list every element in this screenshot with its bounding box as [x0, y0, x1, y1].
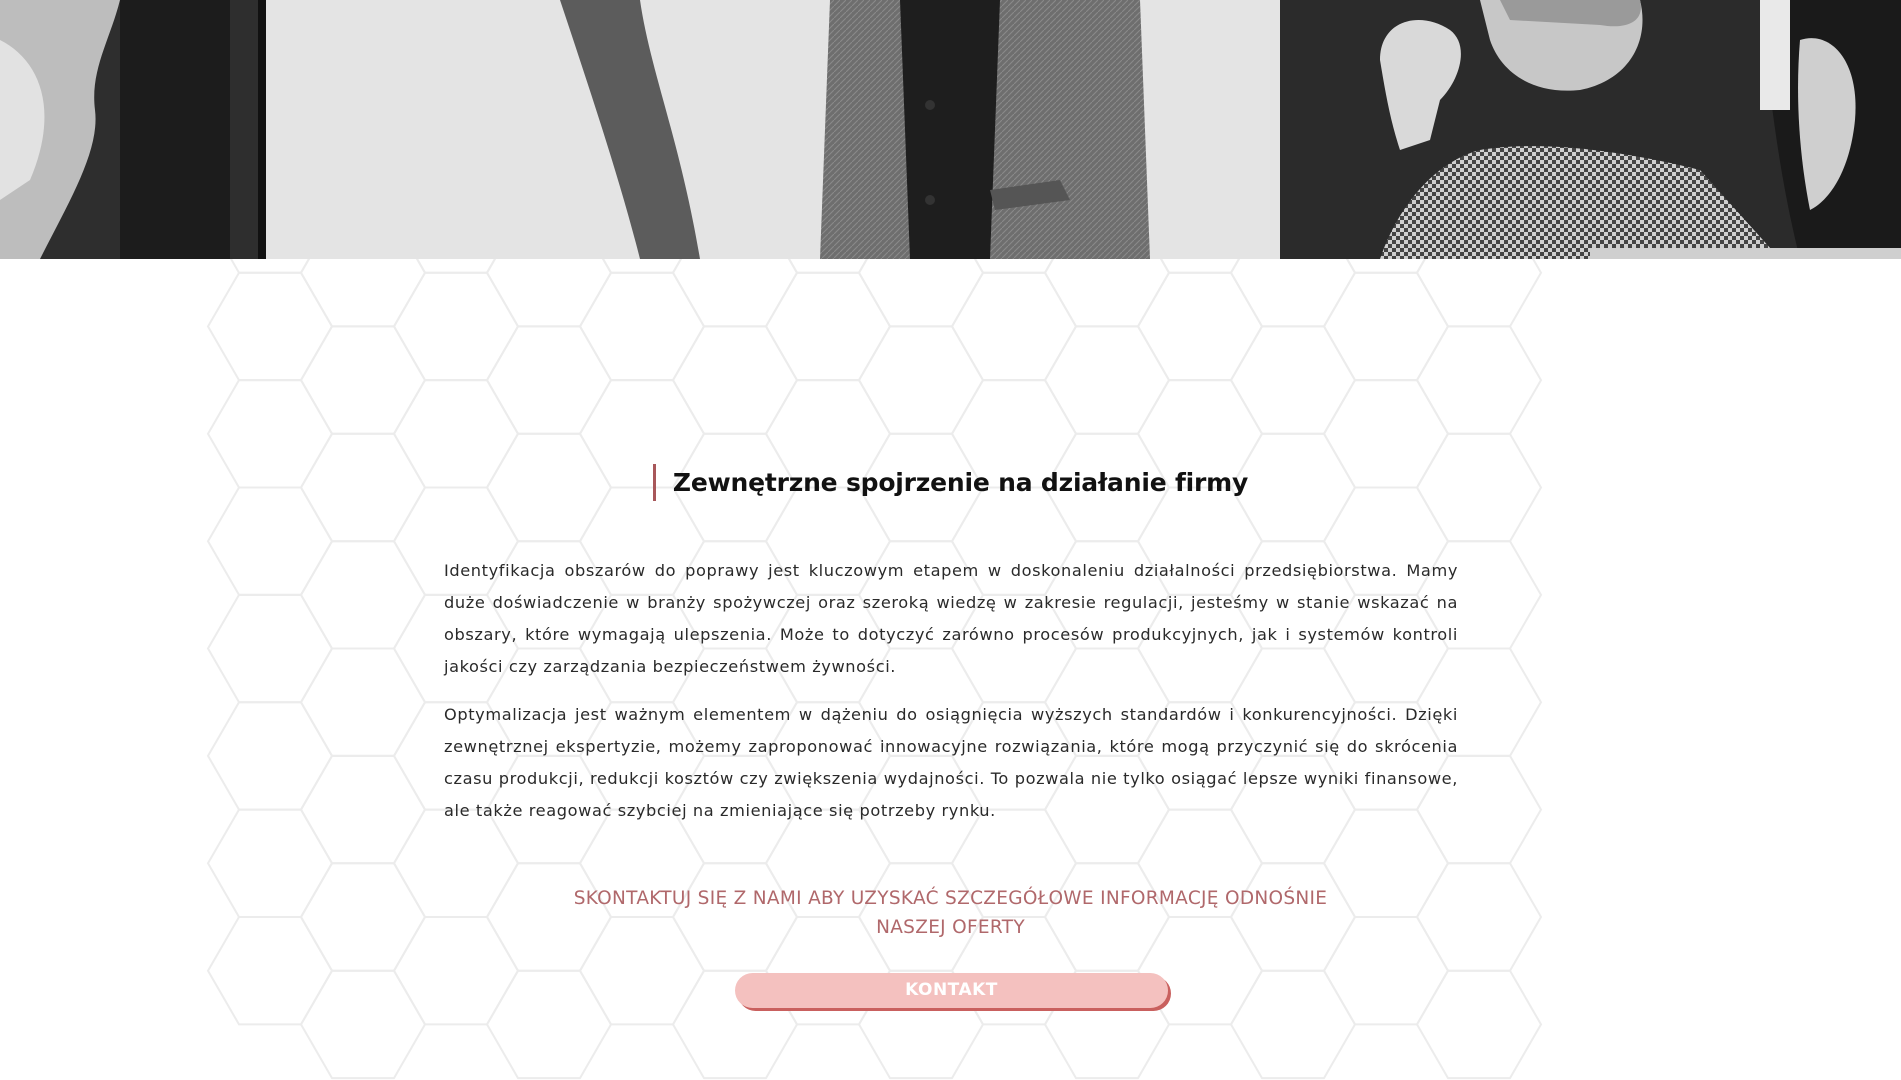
content-section: Zewnętrzne spojrzenie na działanie firmy… [0, 259, 1901, 1080]
paragraph-identification: Identyfikacja obszarów do poprawy jest k… [444, 561, 1458, 676]
kontakt-button[interactable]: KONTAKT [735, 973, 1168, 1008]
cta-line-1: SKONTAKTUJ SIĘ Z NAMI ABY UZYSKAĆ SZCZEG… [573, 888, 1328, 909]
hero-photo [0, 0, 1901, 259]
page: Zewnętrzne spojrzenie na działanie firmy… [0, 0, 1901, 1080]
cta-line-2: NASZEJ OFERTY [876, 917, 1025, 938]
heading-wrapper: Zewnętrzne spojrzenie na działanie firmy [0, 464, 1901, 501]
section-heading: Zewnętrzne spojrzenie na działanie firmy [652, 464, 1248, 501]
cta-text: SKONTAKTUJ SIĘ Z NAMI ABY UZYSKAĆ SZCZEG… [560, 884, 1341, 942]
section-body: Identyfikacja obszarów do poprawy jest k… [444, 555, 1458, 843]
paragraph-optimization: Optymalizacja jest ważnym elementem w dą… [444, 705, 1458, 820]
